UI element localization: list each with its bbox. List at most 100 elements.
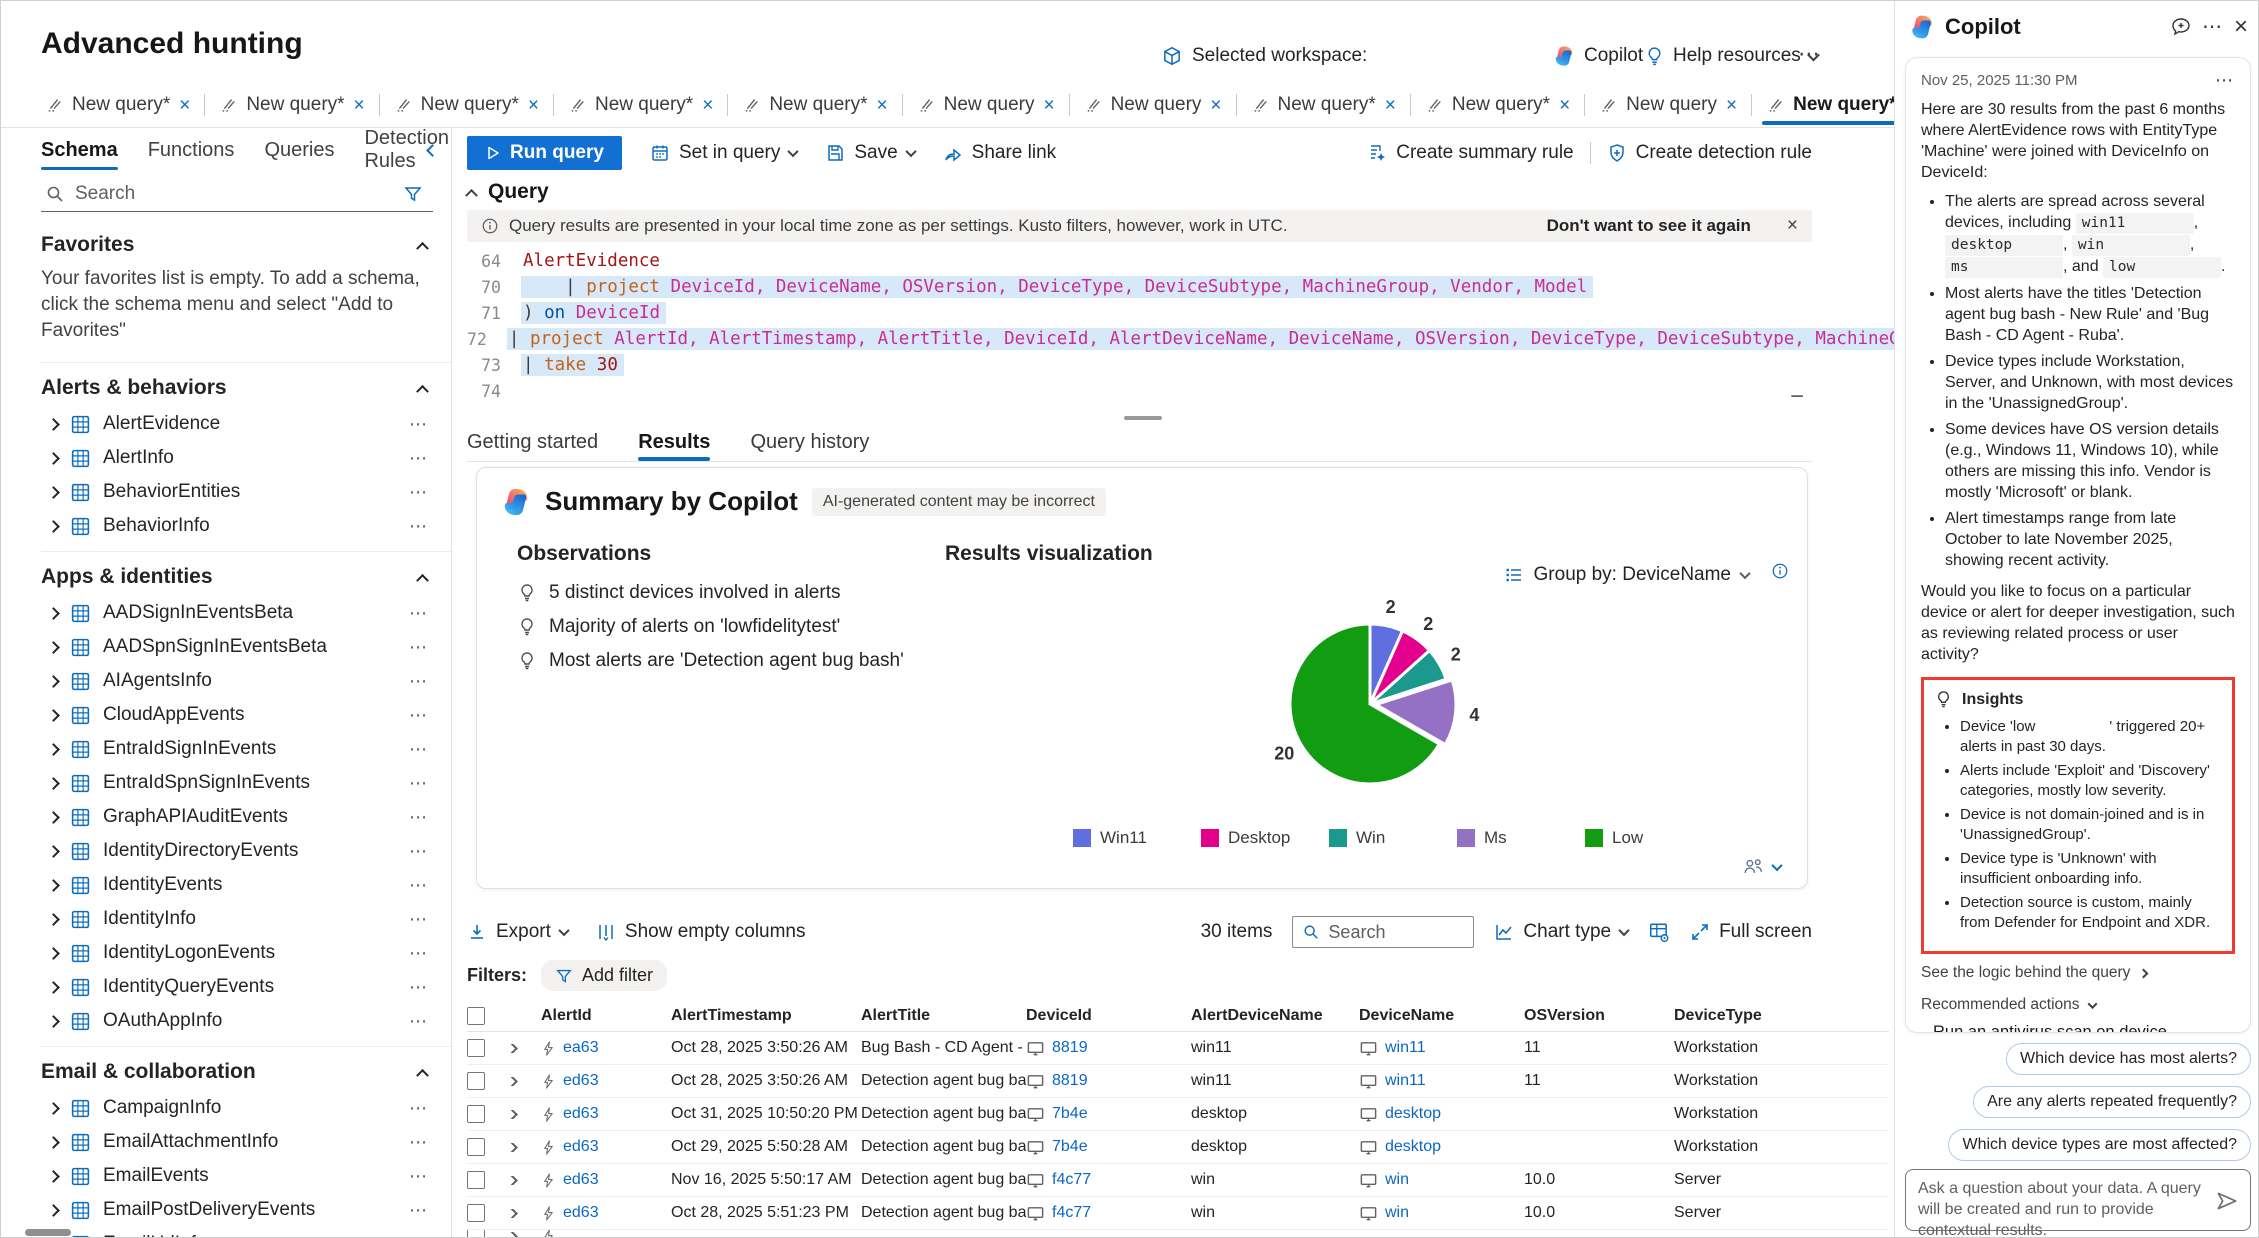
expand-icon[interactable] bbox=[47, 980, 60, 994]
new-chat-icon[interactable] bbox=[2170, 16, 2192, 38]
schema-table-item[interactable]: IdentityDirectoryEvents ⋯ bbox=[41, 834, 451, 868]
schema-table-item[interactable]: OAuthAppInfo ⋯ bbox=[41, 1004, 451, 1038]
schema-table-item[interactable]: AADSignInEventsBeta ⋯ bbox=[41, 596, 451, 630]
full-screen-button[interactable]: Full screen bbox=[1690, 921, 1812, 943]
expand-row-icon[interactable] bbox=[507, 1043, 518, 1053]
copilot-input[interactable]: Ask a question about your data. A query … bbox=[1905, 1169, 2251, 1237]
query-tab[interactable]: New query* × bbox=[380, 85, 553, 125]
schema-table-item[interactable]: IdentityEvents ⋯ bbox=[41, 868, 451, 902]
expand-icon[interactable] bbox=[47, 742, 60, 756]
expand-icon[interactable] bbox=[47, 640, 60, 654]
recommended-actions-toggle[interactable]: Recommended actions bbox=[1921, 996, 2235, 1014]
schema-table-item[interactable]: EntraIdSpnSignInEvents ⋯ bbox=[41, 766, 451, 800]
filter-icon[interactable] bbox=[403, 184, 423, 204]
device-name-link[interactable]: win bbox=[1385, 1171, 1409, 1189]
item-more-button[interactable]: ⋯ bbox=[409, 1099, 429, 1117]
device-id-link[interactable]: 7b4e bbox=[1052, 1138, 1088, 1156]
expand-icon[interactable] bbox=[47, 810, 60, 824]
help-resources-button[interactable]: Help resources bbox=[1644, 45, 1820, 67]
expand-icon[interactable] bbox=[47, 1014, 60, 1028]
row-checkbox[interactable] bbox=[467, 1072, 485, 1090]
row-checkbox[interactable] bbox=[467, 1230, 485, 1237]
schema-table-item[interactable]: EmailUrlInfo⋯ bbox=[41, 1227, 451, 1237]
section-header[interactable]: Favorites bbox=[41, 226, 451, 264]
expand-icon[interactable] bbox=[47, 485, 60, 499]
expand-icon[interactable] bbox=[47, 912, 60, 926]
expand-row-icon[interactable] bbox=[507, 1076, 518, 1086]
see-logic-link[interactable]: See the logic behind the query bbox=[1921, 964, 2235, 982]
device-name-link[interactable]: desktop bbox=[1385, 1138, 1441, 1156]
expand-icon[interactable] bbox=[47, 844, 60, 858]
query-tab[interactable]: New query* × bbox=[554, 85, 727, 125]
chart-info-icon[interactable] bbox=[1771, 562, 1789, 580]
item-more-button[interactable]: ⋯ bbox=[409, 415, 429, 433]
run-query-button[interactable]: Run query bbox=[467, 136, 622, 170]
schema-table-item[interactable]: CampaignInfo ⋯ bbox=[41, 1091, 451, 1125]
item-more-button[interactable]: ⋯ bbox=[409, 1012, 429, 1030]
schema-table-item[interactable]: AIAgentsInfo ⋯ bbox=[41, 664, 451, 698]
close-tab-icon[interactable]: × bbox=[528, 96, 539, 115]
suggestion-chip[interactable]: Which device has most alerts? bbox=[2006, 1043, 2251, 1075]
close-tab-icon[interactable]: × bbox=[877, 96, 888, 115]
chart-type-button[interactable]: Chart type bbox=[1494, 921, 1630, 943]
item-more-button[interactable]: ⋯ bbox=[409, 1201, 429, 1219]
selected-workspace[interactable]: Selected workspace: bbox=[1161, 45, 1367, 67]
select-all-checkbox[interactable] bbox=[467, 1006, 485, 1025]
expand-icon[interactable] bbox=[47, 451, 60, 465]
add-filter-button[interactable]: Add filter bbox=[541, 960, 668, 991]
query-section-header[interactable]: Query bbox=[465, 180, 549, 204]
section-header[interactable]: Email & collaboration bbox=[41, 1053, 451, 1091]
close-tab-icon[interactable]: × bbox=[1210, 96, 1221, 115]
alert-id-link[interactable]: ea63 bbox=[563, 1039, 599, 1057]
response-more-button[interactable]: ⋯ bbox=[2215, 71, 2235, 89]
query-tab[interactable]: New query* × bbox=[205, 85, 378, 125]
item-more-button[interactable]: ⋯ bbox=[409, 1167, 429, 1185]
row-checkbox[interactable] bbox=[467, 1105, 485, 1123]
item-more-button[interactable]: ⋯ bbox=[409, 978, 429, 996]
alert-id-link[interactable]: ed63 bbox=[563, 1072, 599, 1090]
item-more-button[interactable]: ⋯ bbox=[409, 944, 429, 962]
expand-icon[interactable] bbox=[47, 946, 60, 960]
item-more-button[interactable]: ⋯ bbox=[409, 604, 429, 622]
device-id-link[interactable]: f4c77 bbox=[1052, 1204, 1091, 1222]
header-more-button[interactable]: ⋯ bbox=[1798, 43, 1822, 65]
schema-table-item[interactable]: BehaviorEntities ⋯ bbox=[41, 475, 451, 509]
close-notice-icon[interactable]: × bbox=[1787, 215, 1798, 237]
expand-icon[interactable] bbox=[47, 878, 60, 892]
close-tab-icon[interactable]: × bbox=[1043, 96, 1054, 115]
expand-row-icon[interactable] bbox=[507, 1208, 518, 1218]
item-more-button[interactable]: ⋯ bbox=[409, 517, 429, 535]
device-name-link[interactable]: win11 bbox=[1385, 1072, 1426, 1090]
device-id-link[interactable]: f4c77 bbox=[1052, 1171, 1091, 1189]
suggestion-chip[interactable]: Which device types are most affected? bbox=[1948, 1129, 2251, 1161]
close-tab-icon[interactable]: × bbox=[702, 96, 713, 115]
item-more-button[interactable]: ⋯ bbox=[409, 774, 429, 792]
item-more-button[interactable]: ⋯ bbox=[409, 638, 429, 656]
query-tab[interactable]: New query* × bbox=[1411, 85, 1584, 125]
results-search-input[interactable]: Search bbox=[1292, 916, 1475, 948]
item-more-button[interactable]: ⋯ bbox=[409, 876, 429, 894]
device-name-link[interactable]: win bbox=[1385, 1204, 1409, 1222]
sidebar-tab-queries[interactable]: Queries bbox=[264, 128, 334, 172]
copilot-button[interactable]: Copilot bbox=[1553, 45, 1643, 67]
section-header[interactable]: Apps & identities bbox=[41, 558, 451, 596]
editor-collapse-dash[interactable]: − bbox=[1790, 383, 1804, 411]
expand-row-icon[interactable] bbox=[507, 1142, 518, 1152]
sidebar-tab-schema[interactable]: Schema bbox=[41, 128, 118, 172]
schema-table-item[interactable]: EmailPostDeliveryEvents ⋯ bbox=[41, 1193, 451, 1227]
query-tab[interactable]: New query* × bbox=[728, 85, 901, 125]
item-more-button[interactable]: ⋯ bbox=[409, 483, 429, 501]
item-more-button[interactable]: ⋯ bbox=[409, 706, 429, 724]
row-checkbox[interactable] bbox=[467, 1171, 485, 1189]
results-tab-results[interactable]: Results bbox=[638, 424, 711, 461]
query-tab[interactable]: New query × bbox=[1585, 85, 1751, 125]
row-checkbox[interactable] bbox=[467, 1204, 485, 1222]
query-tab[interactable]: New query* × bbox=[31, 85, 204, 125]
close-tab-icon[interactable]: × bbox=[1385, 96, 1396, 115]
schema-table-item[interactable]: IdentityQueryEvents ⋯ bbox=[41, 970, 451, 1004]
save-button[interactable]: Save bbox=[825, 142, 917, 164]
schema-table-item[interactable]: AlertEvidence ⋯ bbox=[41, 407, 451, 441]
close-tab-icon[interactable]: × bbox=[354, 96, 365, 115]
query-tab[interactable]: New query* × bbox=[1237, 85, 1410, 125]
table-row[interactable]: ed63 Oct 28, 2025 3:50:26 AM Detection age… bbox=[467, 1065, 1889, 1098]
